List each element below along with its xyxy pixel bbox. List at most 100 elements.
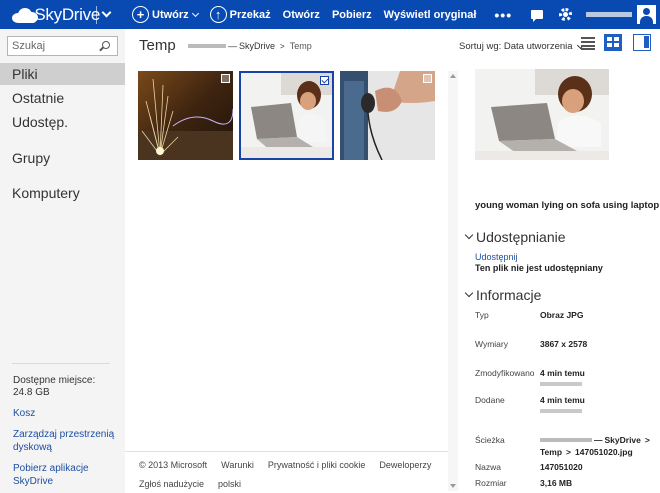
- chat-icon[interactable]: [531, 10, 543, 22]
- added-value-text: 4 min temu: [540, 395, 585, 405]
- added-label: Dodane: [475, 395, 505, 405]
- sidebar-item-shared[interactable]: Udostęp.: [0, 111, 125, 133]
- laptop-woman-preview-image: [475, 69, 609, 160]
- chevron-down-icon: [191, 9, 199, 17]
- path-label: Ścieżka: [475, 435, 505, 445]
- select-checkbox[interactable]: [423, 74, 432, 83]
- gear-icon[interactable]: [559, 8, 572, 21]
- select-checkbox-checked[interactable]: [320, 76, 329, 85]
- path-folder[interactable]: Temp: [540, 446, 562, 458]
- footer-language-link[interactable]: polski: [218, 479, 241, 489]
- laptop-woman-image: [241, 73, 332, 158]
- page-title: Temp: [139, 37, 176, 54]
- path-value[interactable]: — SkyDrive > Temp > 147051020.jpg: [540, 434, 658, 458]
- type-value: Obraz JPG: [540, 310, 584, 320]
- storage-value: 24.8 GB: [13, 387, 50, 398]
- sort-label: Sortuj wg: Data utworzenia: [459, 41, 573, 52]
- type-label: Typ: [475, 310, 489, 320]
- breadcrumb-drive[interactable]: SkyDrive: [239, 41, 275, 51]
- top-bar: SkyDrive + Utwórz ↑ Przekaż Otwórz Pobie…: [0, 0, 660, 29]
- search-input[interactable]: [8, 37, 93, 55]
- sidebar-item-computers[interactable]: Komputery: [0, 182, 125, 204]
- footer-privacy-link[interactable]: Prywatność i pliki cookie: [268, 460, 366, 470]
- modified-label: Zmodyfikowano: [475, 368, 535, 378]
- path-drive[interactable]: SkyDrive: [605, 434, 641, 446]
- create-label: Utwórz: [152, 8, 189, 21]
- skydrive-logo[interactable]: SkyDrive: [0, 5, 100, 25]
- file-thumbnail-hand-mouse[interactable]: [340, 71, 435, 160]
- main-area: Temp — SkyDrive > Temp Sortuj wg: Data u…: [125, 29, 660, 493]
- file-thumbnail-laptop-woman[interactable]: [239, 71, 334, 160]
- sort-dropdown[interactable]: Sortuj wg: Data utworzenia: [459, 41, 584, 52]
- get-apps-link[interactable]: Pobierz aplikacje SkyDrive: [13, 462, 118, 488]
- breadcrumb-dash: —: [228, 41, 237, 51]
- chevron-down-icon: [464, 230, 474, 240]
- sparkler-image: [138, 71, 233, 160]
- sharing-header-label: Udostępnianie: [476, 229, 566, 245]
- name-value: 147051020: [540, 462, 583, 472]
- path-user-redacted: [540, 438, 592, 442]
- details-preview: [475, 69, 609, 160]
- download-button[interactable]: Pobierz: [332, 9, 372, 21]
- app-switcher-chevron-icon[interactable]: [101, 7, 112, 18]
- sidebar-item-recent[interactable]: Ostatnie: [0, 87, 125, 109]
- details-pane-icon[interactable]: [633, 34, 651, 51]
- select-checkbox[interactable]: [221, 74, 230, 83]
- modified-value: 4 min temu: [540, 367, 585, 386]
- vertical-scrollbar[interactable]: [448, 71, 458, 491]
- footer: © 2013 Microsoft Warunki Prywatność i pl…: [125, 451, 448, 493]
- create-button[interactable]: + Utwórz: [132, 6, 199, 23]
- plus-circle-icon: +: [132, 6, 149, 23]
- sharing-section-header[interactable]: Udostępnianie: [462, 229, 566, 245]
- details-pane: young woman lying on sofa using laptop U…: [462, 58, 660, 493]
- file-thumbnail-sparkler[interactable]: [138, 71, 233, 160]
- recycle-bin-link[interactable]: Kosz: [13, 407, 118, 420]
- info-header-label: Informacje: [476, 287, 542, 303]
- footer-copyright: © 2013 Microsoft: [139, 460, 208, 470]
- path-file: 147051020.jpg: [575, 447, 633, 457]
- added-by-redacted: [540, 409, 582, 413]
- size-label: Rozmiar: [475, 478, 507, 488]
- search-box: [7, 36, 118, 56]
- avatar[interactable]: [637, 5, 656, 24]
- top-right-controls: [531, 0, 660, 29]
- size-value: 3,16 MB: [540, 478, 573, 488]
- upload-label: Przekaż: [229, 8, 271, 21]
- breadcrumb-folder[interactable]: Temp: [290, 41, 312, 51]
- view-original-button[interactable]: Wyświetl oryginał: [384, 9, 477, 21]
- info-section-header[interactable]: Informacje: [462, 287, 541, 303]
- list-view-icon[interactable]: [581, 37, 595, 50]
- more-commands-button[interactable]: •••: [494, 7, 512, 23]
- breadcrumb: — SkyDrive > Temp: [188, 41, 312, 51]
- sidebar-divider: [12, 363, 110, 364]
- sidebar-item-files[interactable]: Pliki: [0, 63, 125, 85]
- footer-developers-link[interactable]: Deweloperzy: [379, 460, 431, 470]
- share-status: Ten plik nie jest udostępniany: [475, 263, 603, 273]
- user-name-redacted[interactable]: [586, 12, 632, 17]
- dimensions-label: Wymiary: [475, 339, 508, 349]
- file-title: young woman lying on sofa using laptop: [475, 200, 660, 211]
- footer-report-abuse-link[interactable]: Zgłoś nadużycie: [139, 479, 204, 489]
- command-bar: + Utwórz ↑ Przekaż Otwórz Pobierz Wyświe…: [132, 6, 524, 23]
- search-icon[interactable]: [102, 41, 110, 49]
- storage-label: Dostępne miejsce:: [13, 375, 96, 386]
- hand-mouse-image: [340, 71, 435, 160]
- sidebar: Pliki Ostatnie Udostęp. Grupy Komputery …: [0, 29, 125, 493]
- upload-circle-icon: ↑: [209, 6, 227, 23]
- name-label: Nazwa: [475, 462, 501, 472]
- logo-separator: [96, 5, 97, 24]
- manage-storage-link[interactable]: Zarządzaj przestrzenią dyskową: [13, 428, 118, 454]
- cloud-icon: [12, 7, 38, 23]
- user-name-redacted[interactable]: [188, 44, 226, 48]
- breadcrumb-arrow-icon: >: [280, 41, 285, 51]
- logo-text: SkyDrive: [34, 4, 100, 24]
- open-button[interactable]: Otwórz: [283, 9, 320, 21]
- added-value: 4 min temu: [540, 394, 585, 413]
- sidebar-item-groups[interactable]: Grupy: [0, 147, 125, 169]
- modified-value-text: 4 min temu: [540, 368, 585, 378]
- share-link[interactable]: Udostępnij: [475, 252, 518, 262]
- dimensions-value: 3867 x 2578: [540, 339, 588, 349]
- footer-terms-link[interactable]: Warunki: [221, 460, 254, 470]
- upload-button[interactable]: ↑ Przekaż: [209, 6, 271, 23]
- thumbnail-view-icon[interactable]: [604, 34, 622, 51]
